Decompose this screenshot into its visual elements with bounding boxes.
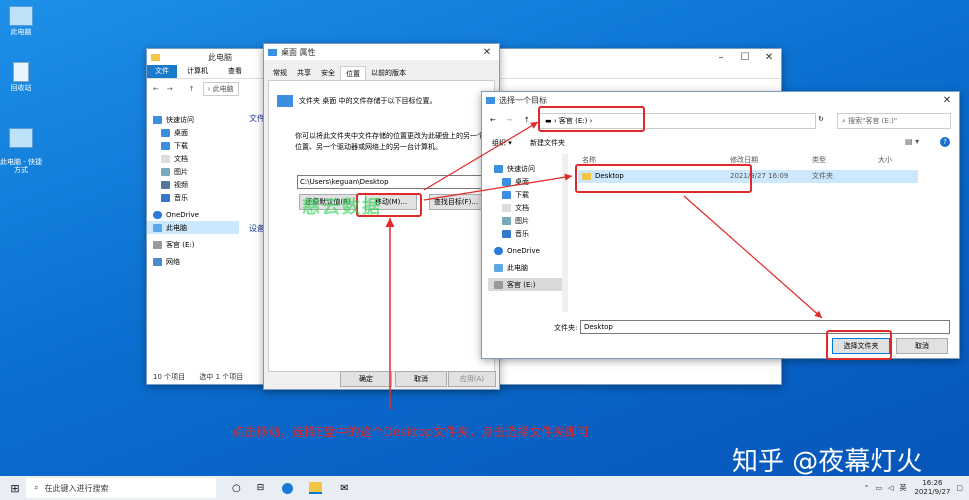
chevron-up-icon[interactable]: ⌃ [864, 484, 870, 492]
arrow-to-breadcrumb [423, 121, 539, 191]
windows-start-icon[interactable]: ⊞ [4, 482, 26, 495]
taskbar-search-box[interactable]: ⌕ 在此键入进行搜索 [26, 478, 216, 498]
network-icon[interactable]: ▭ [875, 484, 882, 492]
volume-icon[interactable]: ◁ [888, 484, 893, 492]
system-tray: ⌃ ▭ ◁ 英 16:26 2021/9/27 ▢ [864, 479, 969, 497]
mail-icon[interactable]: ✉ [340, 483, 348, 494]
edge-icon[interactable] [282, 482, 294, 494]
instruction-annotation: 点击移动，选择E盘中的这个Desktop文件夹，点击选择文件夹即可 [232, 425, 590, 439]
ime-indicator[interactable]: 英 [899, 483, 906, 493]
taskbar-search-placeholder: 在此键入进行搜索 [44, 483, 109, 493]
overlay-watermark: 慈云数据 [302, 197, 382, 218]
zhihu-watermark: 知乎 @夜幕灯火 [732, 447, 923, 477]
search-icon: ⌕ [34, 483, 39, 492]
arrow-to-desktop [423, 173, 573, 201]
notification-icon[interactable]: ▢ [956, 484, 963, 492]
taskbar: ⊞ ⌕ 在此键入进行搜索 ○ ⊟ ✉ ⌃ ▭ ◁ 英 16:26 2021/9/… [0, 476, 969, 500]
task-view-icon[interactable]: ○ [232, 483, 241, 494]
clock-time: 16:26 [922, 479, 943, 487]
file-explorer-icon[interactable] [309, 482, 323, 494]
clock[interactable]: 16:26 2021/9/27 [914, 479, 950, 497]
clock-date: 2021/9/27 [914, 488, 951, 496]
arrow-to-select [683, 195, 823, 319]
taskbar-app-icon[interactable]: ⊟ [257, 483, 265, 493]
